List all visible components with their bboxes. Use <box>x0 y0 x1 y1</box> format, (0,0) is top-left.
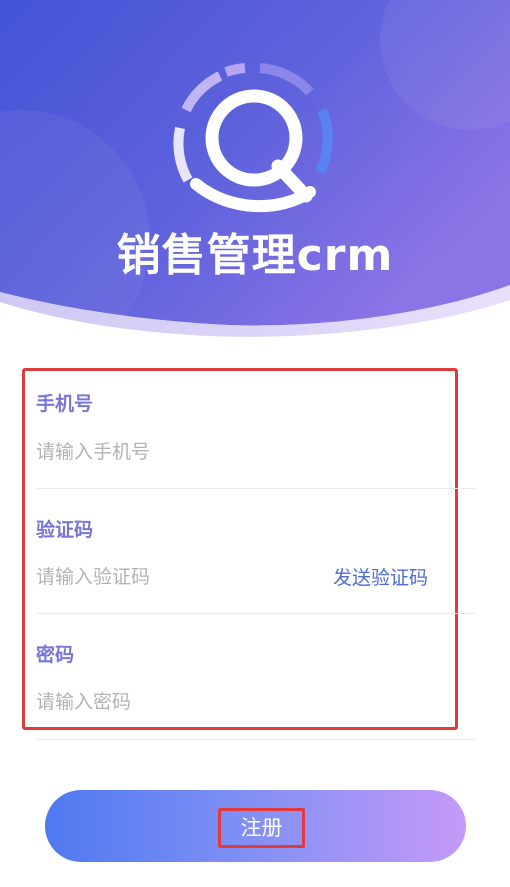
header-banner: 销售管理crm <box>0 0 510 345</box>
code-input[interactable] <box>36 561 316 593</box>
app-title: 销售管理crm <box>116 230 394 281</box>
phone-input[interactable] <box>36 436 326 468</box>
register-form <box>22 368 458 730</box>
password-label: 密码 <box>36 644 75 666</box>
search-logo-icon <box>173 63 333 213</box>
password-input[interactable] <box>36 686 326 718</box>
send-code-button[interactable]: 发送验证码 <box>333 563 428 590</box>
phone-divider <box>36 488 476 489</box>
register-page: 销售管理crm 手机号 验证码 发送验证码 密码 注册 <box>0 0 510 887</box>
code-label: 验证码 <box>36 519 94 541</box>
password-divider <box>36 739 476 740</box>
register-label: 注册 <box>218 808 305 848</box>
register-button[interactable]: 注册 <box>45 790 466 862</box>
phone-label: 手机号 <box>36 393 94 415</box>
code-divider <box>36 613 476 614</box>
